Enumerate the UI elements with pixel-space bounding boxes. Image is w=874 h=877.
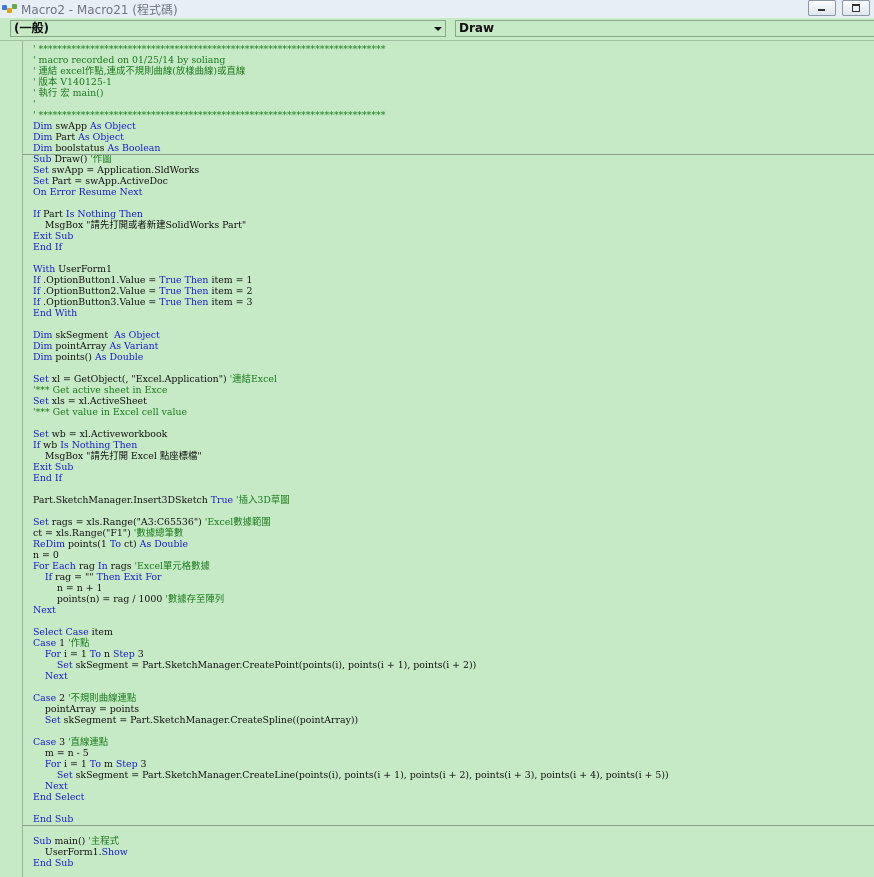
code-line[interactable]: Case 1 '作點 <box>33 638 874 649</box>
code-line[interactable]: Case 2 '不規則曲線連點 <box>33 693 874 704</box>
vba-code-window-icon <box>2 2 18 16</box>
code-line[interactable]: If .OptionButton2.Value = True Then item… <box>33 286 874 297</box>
code-line[interactable]: End With <box>33 308 874 319</box>
code-line[interactable]: ' 版本 V140125-1 <box>33 77 874 88</box>
chevron-down-icon[interactable] <box>430 21 445 36</box>
code-pane[interactable]: ' **************************************… <box>33 44 874 869</box>
code-line[interactable]: '*** Get active sheet in Exce <box>33 385 874 396</box>
code-line[interactable]: Sub Draw() '作圖 <box>33 154 874 165</box>
code-line[interactable]: ​ <box>33 803 874 814</box>
code-line[interactable]: ct = xls.Range("F1") '數據總筆數 <box>33 528 874 539</box>
code-line[interactable]: End Sub <box>33 814 874 825</box>
code-line[interactable]: Part.SketchManager.Insert3DSketch True '… <box>33 495 874 506</box>
code-line[interactable]: points(n) = rag / 1000 '數據存至陣列 <box>33 594 874 605</box>
code-line[interactable]: ​ <box>33 363 874 374</box>
code-line[interactable]: If wb Is Nothing Then <box>33 440 874 451</box>
window-title: Macro2 - Macro21 (程式碼) <box>21 2 178 17</box>
code-line[interactable]: Select Case item <box>33 627 874 638</box>
minimize-icon <box>818 9 825 11</box>
code-line[interactable]: ​ <box>33 253 874 264</box>
code-line[interactable]: n = 0 <box>33 550 874 561</box>
code-line[interactable]: Set xls = xl.ActiveSheet <box>33 396 874 407</box>
code-line[interactable]: Set rags = xls.Range("A3:C65536") 'Excel… <box>33 517 874 528</box>
code-line[interactable]: MsgBox "請先打開或者新建SolidWorks Part" <box>33 220 874 231</box>
code-line[interactable]: Sub main() '主程式 <box>33 836 874 847</box>
code-line[interactable]: If .OptionButton1.Value = True Then item… <box>33 275 874 286</box>
minimize-button[interactable] <box>808 0 836 16</box>
code-line[interactable]: ' <box>33 99 874 110</box>
code-line[interactable]: ​ <box>33 484 874 495</box>
code-line[interactable]: ​ <box>33 198 874 209</box>
code-line[interactable]: For i = 1 To n Step 3 <box>33 649 874 660</box>
code-line[interactable]: End Select <box>33 792 874 803</box>
margin-indicator-bar[interactable] <box>0 41 23 877</box>
code-line[interactable]: Dim Part As Object <box>33 132 874 143</box>
code-line[interactable]: ' **************************************… <box>33 44 874 55</box>
code-line[interactable]: Set skSegment = Part.SketchManager.Creat… <box>33 770 874 781</box>
code-line[interactable]: Dim swApp As Object <box>33 121 874 132</box>
code-line[interactable]: For Each rag In rags 'Excel單元格數據 <box>33 561 874 572</box>
procedure-dropdown-value: Draw <box>459 21 495 35</box>
code-line[interactable]: Dim skSegment As Object <box>33 330 874 341</box>
procedure-dropdown[interactable]: Draw <box>455 20 874 37</box>
procedure-separator <box>22 825 874 826</box>
code-line[interactable]: MsgBox "請先打開 Excel 點座標檔" <box>33 451 874 462</box>
code-line[interactable]: Set wb = xl.Activeworkbook <box>33 429 874 440</box>
code-line[interactable]: Case 3 '直線連點 <box>33 737 874 748</box>
code-line[interactable]: ​ <box>33 726 874 737</box>
code-line[interactable]: Next <box>33 605 874 616</box>
code-line[interactable]: Set Part = swApp.ActiveDoc <box>33 176 874 187</box>
code-line[interactable]: ​ <box>33 506 874 517</box>
code-line[interactable]: End Sub <box>33 858 874 869</box>
code-line[interactable]: For i = 1 To m Step 3 <box>33 759 874 770</box>
code-line[interactable]: ​ <box>33 682 874 693</box>
combo-toolbar: (一般) Draw <box>0 18 874 41</box>
code-line[interactable]: End If <box>33 242 874 253</box>
code-line[interactable]: Set skSegment = Part.SketchManager.Creat… <box>33 715 874 726</box>
code-line[interactable]: Dim pointArray As Variant <box>33 341 874 352</box>
code-line[interactable]: On Error Resume Next <box>33 187 874 198</box>
code-line[interactable]: ​ <box>33 418 874 429</box>
code-line[interactable]: Exit Sub <box>33 231 874 242</box>
code-line[interactable]: ' 執行 宏 main() <box>33 88 874 99</box>
object-dropdown-value: (一般) <box>14 21 49 35</box>
code-line[interactable]: Set skSegment = Part.SketchManager.Creat… <box>33 660 874 671</box>
code-line[interactable]: ' 連結 excel作點,連成不規則曲線(放樣曲線)或直線 <box>33 66 874 77</box>
code-line[interactable]: ​ <box>33 825 874 836</box>
code-line[interactable]: pointArray = points <box>33 704 874 715</box>
code-line[interactable]: If rag = "" Then Exit For <box>33 572 874 583</box>
code-line[interactable]: ​ <box>33 616 874 627</box>
code-line[interactable]: Dim boolstatus As Boolean <box>33 143 874 154</box>
code-line[interactable]: Set swApp = Application.SldWorks <box>33 165 874 176</box>
code-line[interactable]: ReDim points(1 To ct) As Double <box>33 539 874 550</box>
code-line[interactable]: With UserForm1 <box>33 264 874 275</box>
code-line[interactable]: m = n - 5 <box>33 748 874 759</box>
code-line[interactable]: UserForm1.Show <box>33 847 874 858</box>
code-line[interactable]: '*** Get value in Excel cell value <box>33 407 874 418</box>
code-line[interactable]: ' **************************************… <box>33 110 874 121</box>
code-line[interactable]: Next <box>33 671 874 682</box>
restore-button[interactable] <box>842 0 870 16</box>
object-dropdown[interactable]: (一般) <box>10 20 446 37</box>
window-title-bar: Macro2 - Macro21 (程式碼) <box>0 0 874 19</box>
code-line[interactable]: Exit Sub <box>33 462 874 473</box>
code-line[interactable]: Dim points() As Double <box>33 352 874 363</box>
code-line[interactable]: End If <box>33 473 874 484</box>
code-line[interactable]: Set xl = GetObject(, "Excel.Application"… <box>33 374 874 385</box>
code-line[interactable]: If Part Is Nothing Then <box>33 209 874 220</box>
code-line[interactable]: Next <box>33 781 874 792</box>
restore-icon <box>852 4 860 12</box>
code-line[interactable]: n = n + 1 <box>33 583 874 594</box>
code-line[interactable]: ' macro recorded on 01/25/14 by soliang <box>33 55 874 66</box>
code-line[interactable]: If .OptionButton3.Value = True Then item… <box>33 297 874 308</box>
code-line[interactable]: ​ <box>33 319 874 330</box>
procedure-separator <box>22 154 874 155</box>
code-editor[interactable]: ' **************************************… <box>0 41 874 877</box>
